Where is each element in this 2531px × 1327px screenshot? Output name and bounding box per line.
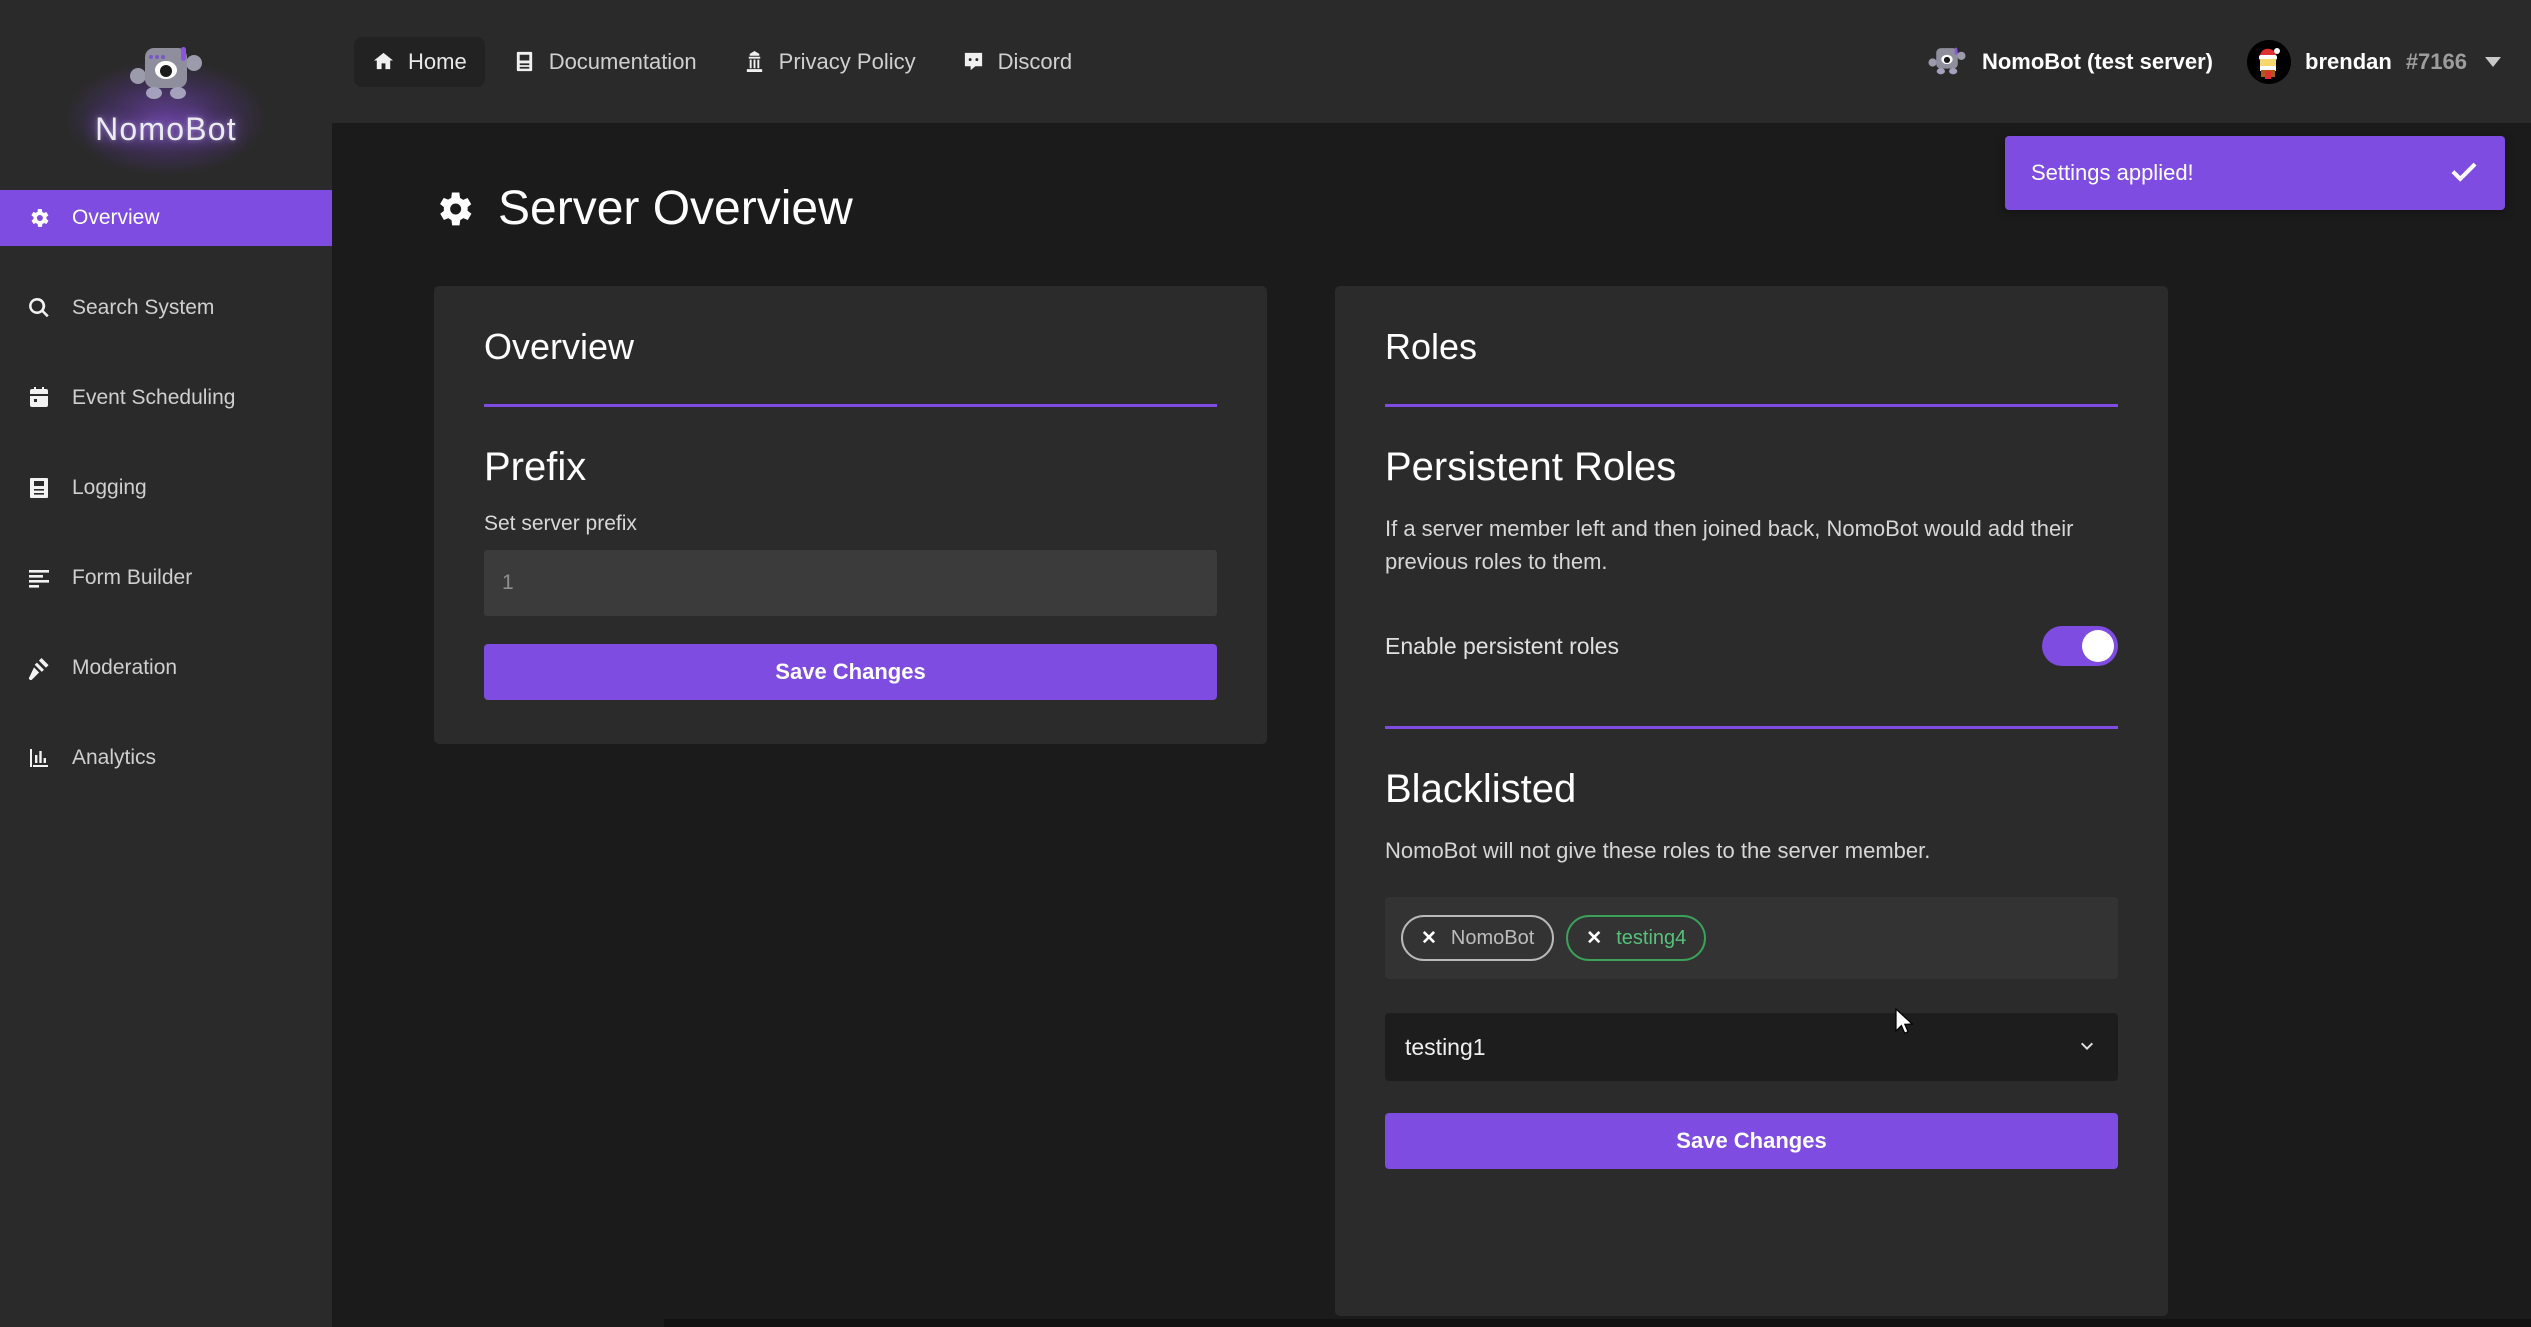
- building-icon: [746, 50, 762, 73]
- top-nav-label: Documentation: [548, 48, 697, 74]
- prefix-field-label: Set server prefix: [484, 512, 637, 535]
- server-name: NomoBot (test server): [1981, 48, 2214, 74]
- sidebar-nav: Overview Search System Event Scheduling …: [0, 190, 332, 786]
- blacklisted-heading: Blacklisted: [1385, 767, 1577, 811]
- sidebar: NomoBot Overview Search System Event Sch…: [0, 0, 332, 1327]
- divider: [484, 404, 1217, 407]
- blacklisted-tag-label: NomoBot: [1450, 926, 1535, 949]
- persistent-roles-toggle[interactable]: [2042, 626, 2118, 666]
- topbar: Home Documentation Privacy Policy Discor…: [332, 0, 2531, 123]
- prefix-heading: Prefix: [484, 445, 587, 489]
- avatar: [2247, 39, 2292, 84]
- check-icon: [2451, 162, 2477, 182]
- user-name: brendan: [2305, 48, 2392, 74]
- gear-icon: [440, 192, 472, 225]
- log-book-icon: [26, 475, 52, 501]
- blacklisted-tag[interactable]: ✕ testing4: [1566, 915, 1707, 961]
- page-title: Server Overview: [498, 182, 853, 235]
- overview-card-title: Overview: [484, 326, 635, 367]
- cards-container: Overview Prefix Set server prefix Save C…: [332, 236, 2531, 1316]
- user-discriminator: #7166: [2405, 48, 2467, 74]
- role-select-wrapper: testing1: [1385, 1013, 2118, 1081]
- top-nav-label: Home: [408, 48, 467, 74]
- persistent-roles-heading: Persistent Roles: [1385, 445, 1677, 489]
- sidebar-item-label: Moderation: [72, 656, 178, 679]
- top-nav-privacy-policy[interactable]: Privacy Policy: [725, 37, 934, 87]
- home-icon: [373, 52, 394, 70]
- divider: [1385, 404, 2118, 407]
- sidebar-item-search-system[interactable]: Search System: [0, 280, 332, 336]
- top-nav-label: Discord: [997, 48, 1073, 74]
- robot-icon: [1928, 47, 1966, 74]
- roles-save-button[interactable]: Save Changes: [1385, 1113, 2118, 1169]
- sidebar-item-form-builder[interactable]: Form Builder: [0, 550, 332, 606]
- blacklisted-description: NomoBot will not give these roles to the…: [1385, 838, 1931, 863]
- top-nav-discord[interactable]: Discord: [944, 37, 1091, 87]
- roles-card-title: Roles: [1385, 326, 1478, 367]
- divider: [1385, 726, 2118, 729]
- top-nav: Home Documentation Privacy Policy Discor…: [354, 36, 1091, 87]
- toast-notification[interactable]: Settings applied!: [2005, 136, 2505, 210]
- overview-card: Overview Prefix Set server prefix Save C…: [434, 286, 1267, 744]
- sidebar-item-event-scheduling[interactable]: Event Scheduling: [0, 370, 332, 426]
- sidebar-item-label: Event Scheduling: [72, 386, 236, 409]
- brand-name: NomoBot: [95, 110, 237, 147]
- persistent-roles-description: If a server member left and then joined …: [1385, 516, 2074, 574]
- close-icon[interactable]: ✕: [1586, 929, 1602, 948]
- bar-chart-icon: [26, 745, 52, 771]
- horizontal-scrollbar[interactable]: [664, 1319, 2531, 1327]
- server-selector[interactable]: NomoBot (test server): [1928, 45, 2213, 79]
- role-select[interactable]: testing1: [1385, 1013, 2118, 1081]
- sidebar-item-label: Overview: [72, 206, 160, 229]
- calendar-icon: [26, 385, 52, 411]
- list-lines-icon: [26, 565, 52, 591]
- blacklisted-tag[interactable]: ✕ NomoBot: [1401, 915, 1555, 961]
- brand: NomoBot: [0, 0, 332, 190]
- sidebar-item-overview[interactable]: Overview: [0, 190, 332, 246]
- overview-save-button[interactable]: Save Changes: [484, 644, 1217, 700]
- robot-icon: [130, 46, 202, 99]
- sidebar-item-label: Logging: [72, 476, 147, 499]
- persistent-roles-toggle-label: Enable persistent roles: [1385, 632, 1619, 659]
- blacklisted-tag-label: testing4: [1616, 926, 1687, 949]
- top-nav-home[interactable]: Home: [354, 36, 485, 87]
- app-root: NomoBot Overview Search System Event Sch…: [0, 0, 2531, 1327]
- sidebar-item-moderation[interactable]: Moderation: [0, 640, 332, 696]
- search-icon: [26, 295, 52, 321]
- toggle-knob: [2082, 630, 2114, 662]
- roles-card: Roles Persistent Roles If a server membe…: [1335, 286, 2168, 1316]
- persistent-roles-toggle-row: Enable persistent roles: [1385, 626, 2118, 666]
- close-icon[interactable]: ✕: [1421, 929, 1437, 948]
- prefix-input[interactable]: [484, 550, 1217, 616]
- gear-icon: [26, 205, 52, 231]
- chevron-down-icon: [2485, 56, 2501, 67]
- blacklisted-tags-container: ✕ NomoBot ✕ testing4: [1385, 897, 2118, 979]
- topbar-right: NomoBot (test server) brendan #7166: [1928, 39, 2501, 84]
- sidebar-item-label: Analytics: [72, 746, 157, 769]
- sidebar-item-analytics[interactable]: Analytics: [0, 730, 332, 786]
- top-nav-label: Privacy Policy: [778, 48, 916, 74]
- sidebar-item-logging[interactable]: Logging: [0, 460, 332, 516]
- toast-message: Settings applied!: [2031, 160, 2194, 185]
- user-menu[interactable]: brendan #7166: [2247, 39, 2501, 84]
- discord-icon: [964, 52, 982, 71]
- top-nav-documentation[interactable]: Documentation: [495, 37, 715, 87]
- sidebar-item-label: Search System: [72, 296, 215, 319]
- sidebar-item-label: Form Builder: [72, 566, 193, 589]
- main-content: Home Documentation Privacy Policy Discor…: [332, 0, 2531, 1327]
- gavel-icon: [26, 655, 52, 681]
- book-icon: [516, 51, 532, 72]
